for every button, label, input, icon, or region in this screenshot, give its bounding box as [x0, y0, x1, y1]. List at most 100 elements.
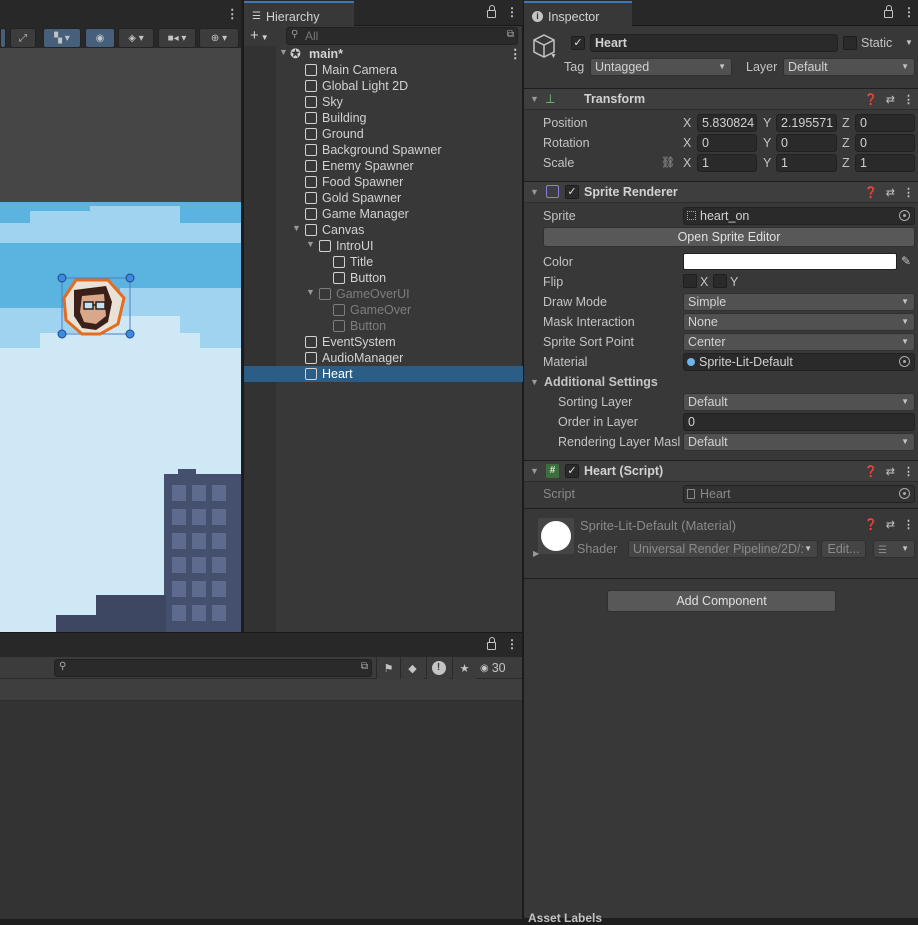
tag-dropdown[interactable]: Untagged	[590, 58, 732, 76]
scene-menu-icon[interactable]: ⋮	[226, 6, 238, 21]
help-icon[interactable]: ❓	[864, 186, 878, 199]
flip-y-checkbox[interactable]	[713, 274, 727, 288]
sorting-layer-dropdown[interactable]: Default	[683, 393, 915, 411]
create-button[interactable]: + ▼	[250, 27, 269, 44]
fold-arrow-icon[interactable]: ▶	[533, 549, 539, 558]
grid-snap-icon[interactable]: ▚ ▾	[43, 28, 81, 48]
shader-options-dropdown[interactable]: ☰	[873, 540, 915, 558]
fold-arrow-icon[interactable]: ▼	[530, 94, 539, 104]
hierarchy-item[interactable]: Food Spawner	[244, 174, 523, 190]
rotation-x-field[interactable]: 0	[697, 134, 757, 152]
layer-dropdown[interactable]: Default	[783, 58, 915, 76]
position-z-field[interactable]: 0	[855, 114, 915, 132]
transform-header[interactable]: ▼ ⟂ Transform ❓ ⇄ ⋮	[524, 88, 918, 110]
scale-x-field[interactable]: 1	[697, 154, 757, 172]
hierarchy-item[interactable]: Building	[244, 110, 523, 126]
hierarchy-item[interactable]: EventSystem	[244, 334, 523, 350]
eyedropper-icon[interactable]: ✎	[901, 254, 911, 268]
presets-icon[interactable]: ⇄	[886, 465, 895, 478]
mask-interaction-dropdown[interactable]: None	[683, 313, 915, 331]
presets-icon[interactable]: ⇄	[886, 186, 895, 199]
position-x-field[interactable]: 5.830824	[697, 114, 757, 132]
icon-dropdown-arrow[interactable]: ▼	[550, 53, 557, 60]
hierarchy-item[interactable]: ▼ Canvas	[244, 222, 523, 238]
sprite-renderer-header[interactable]: ▼ ✓ Sprite Renderer ❓ ⇄ ⋮	[524, 181, 918, 203]
asset-labels-header[interactable]: Asset Labels	[528, 911, 602, 925]
help-icon[interactable]: ❓	[864, 93, 878, 106]
warning-filter-icon[interactable]: !	[426, 657, 450, 679]
shader-dropdown[interactable]: Universal Render Pipeline/2D/:	[628, 540, 818, 558]
shader-edit-button[interactable]: Edit...	[821, 540, 866, 558]
active-checkbox[interactable]: ✓	[571, 36, 585, 50]
static-dropdown-arrow[interactable]: ▼	[905, 38, 913, 47]
fold-arrow-icon[interactable]: ▼	[306, 287, 315, 297]
hierarchy-item[interactable]: Enemy Spawner	[244, 158, 523, 174]
additional-settings-foldout[interactable]: Additional Settings	[544, 375, 658, 389]
draw-mode-dropdown[interactable]: Simple	[683, 293, 915, 311]
hierarchy-item[interactable]: Button	[244, 318, 523, 334]
tab-inspector[interactable]: i Inspector	[524, 1, 632, 26]
material-object-field[interactable]: Sprite-Lit-Default	[683, 353, 915, 371]
scene-menu-icon[interactable]: ⋮	[509, 46, 521, 61]
camera-icon[interactable]: ■◂ ▾	[158, 28, 196, 48]
hierarchy-item[interactable]: ▼ GameOverUI	[244, 286, 523, 302]
help-icon[interactable]: ❓	[864, 465, 878, 478]
rotation-z-field[interactable]: 0	[855, 134, 915, 152]
flip-x-checkbox[interactable]	[683, 274, 697, 288]
hierarchy-item[interactable]: GameOver	[244, 302, 523, 318]
search-filter-icon[interactable]: ⧉	[361, 661, 368, 672]
hierarchy-item[interactable]: Title	[244, 254, 523, 270]
hierarchy-search-input[interactable]: ⚲ All ⧉	[286, 27, 518, 45]
fold-arrow-icon[interactable]: ▼	[279, 47, 288, 57]
lock-icon[interactable]	[884, 5, 893, 18]
hierarchy-item[interactable]: AudioManager	[244, 350, 523, 366]
scene-tool-fragment[interactable]	[0, 28, 6, 48]
add-component-button[interactable]: Add Component	[607, 590, 836, 612]
scene-view[interactable]	[0, 48, 241, 632]
rotation-y-field[interactable]: 0	[776, 134, 837, 152]
fold-arrow-icon[interactable]: ▼	[292, 223, 301, 233]
gizmos-icon[interactable]: ⊕ ▾	[199, 28, 239, 48]
hierarchy-item[interactable]: Global Light 2D	[244, 78, 523, 94]
fold-arrow-icon[interactable]: ▼	[306, 239, 315, 249]
presets-icon[interactable]: ⇄	[886, 518, 895, 531]
object-name-field[interactable]: Heart	[590, 34, 838, 52]
hidden-packages-toggle[interactable]: ◉ 30	[480, 661, 506, 675]
hierarchy-scene-root[interactable]: ▼ ✪ main* ⋮	[244, 46, 523, 62]
fold-arrow-icon[interactable]: ▼	[530, 377, 539, 387]
constrain-proportions-link-icon[interactable]: ⛓	[661, 156, 675, 169]
hierarchy-item-selected[interactable]: Heart	[244, 366, 523, 382]
object-picker-icon[interactable]	[899, 356, 910, 367]
component-menu-icon[interactable]: ⋮	[903, 93, 914, 106]
static-checkbox[interactable]	[843, 36, 857, 50]
favorite-star-icon[interactable]: ★	[452, 657, 476, 679]
project-search-input[interactable]: ⚲ ⧉	[54, 659, 372, 677]
hierarchy-item[interactable]: Sky	[244, 94, 523, 110]
hierarchy-item[interactable]: ▼ IntroUI	[244, 238, 523, 254]
selected-sprite-heart[interactable]	[56, 272, 136, 340]
hierarchy-item[interactable]: Game Manager	[244, 206, 523, 222]
filter-type-icon[interactable]: ⚑	[376, 657, 400, 679]
hierarchy-item[interactable]: Background Spawner	[244, 142, 523, 158]
scale-y-field[interactable]: 1	[776, 154, 837, 172]
visibility-eye-icon[interactable]: ◉	[85, 28, 115, 48]
presets-icon[interactable]: ⇄	[886, 93, 895, 106]
help-icon[interactable]: ❓	[864, 518, 878, 531]
search-filter-icon[interactable]: ⧉	[507, 29, 514, 40]
component-menu-icon[interactable]: ⋮	[903, 518, 914, 531]
color-swatch[interactable]	[683, 253, 897, 270]
hierarchy-item[interactable]: Main Camera	[244, 62, 523, 78]
kebab-menu-icon[interactable]: ⋮	[903, 5, 915, 19]
lock-icon[interactable]	[487, 5, 496, 18]
tab-hierarchy[interactable]: ☰ Hierarchy	[244, 1, 354, 26]
component-menu-icon[interactable]: ⋮	[903, 186, 914, 199]
open-sprite-editor-button[interactable]: Open Sprite Editor	[543, 227, 915, 247]
filter-label-icon[interactable]: ◆	[400, 657, 424, 679]
position-y-field[interactable]: 2.195571	[776, 114, 837, 132]
kebab-menu-icon[interactable]: ⋮	[506, 5, 518, 19]
hierarchy-item[interactable]: Ground	[244, 126, 523, 142]
heart-script-header[interactable]: ▼ # ✓ Heart (Script) ❓ ⇄ ⋮	[524, 460, 918, 482]
sprite-object-field[interactable]: heart_on	[683, 207, 915, 225]
snap-toggle-icon[interactable]: ⤢	[10, 28, 36, 48]
order-in-layer-field[interactable]: 0	[683, 413, 915, 431]
